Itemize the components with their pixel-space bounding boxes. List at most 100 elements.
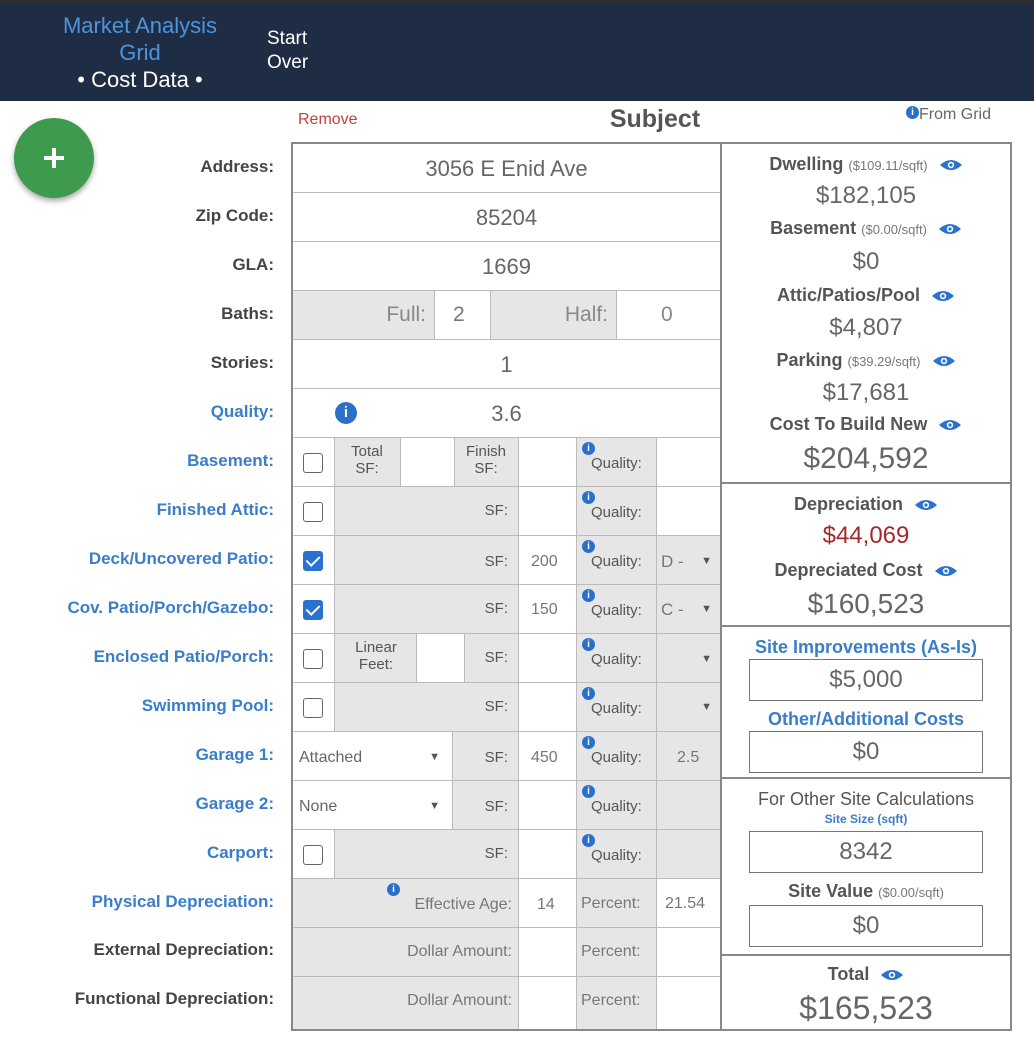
garage-1-type-select[interactable]: Attached ▼ — [293, 732, 453, 780]
info-icon[interactable]: i — [906, 106, 919, 119]
finished-attic-checkbox[interactable] — [303, 502, 323, 522]
eye-icon[interactable] — [932, 354, 956, 368]
info-icon[interactable]: i — [582, 736, 595, 749]
info-icon[interactable]: i — [582, 491, 595, 504]
effective-age-field[interactable]: 14 — [519, 879, 577, 927]
label-cov-patio[interactable]: Cov. Patio/Porch/Gazebo: — [67, 598, 274, 618]
functional-dollar-field[interactable] — [519, 977, 577, 1029]
info-icon[interactable]: i — [582, 834, 595, 847]
info-icon[interactable]: i — [582, 687, 595, 700]
cov-patio-checkbox[interactable] — [303, 600, 323, 620]
enclosed-patio-checkbox[interactable] — [303, 649, 323, 669]
label-finished-attic[interactable]: Finished Attic: — [157, 500, 274, 520]
eye-icon[interactable] — [880, 968, 904, 982]
attic-sf-field[interactable] — [519, 487, 577, 535]
deck-row: SF: 200 i Quality: D - ▼ — [293, 536, 720, 585]
pool-row: SF: i Quality: ▼ — [293, 683, 720, 732]
external-percent-field[interactable] — [657, 928, 720, 976]
label-carport[interactable]: Carport: — [207, 843, 274, 863]
garage-1-quality-field[interactable]: 2.5 — [657, 732, 720, 780]
info-icon[interactable]: i — [582, 442, 595, 455]
quality-label-cell: i Quality: — [577, 732, 657, 780]
label-garage-2[interactable]: Garage 2: — [196, 794, 274, 814]
dollar-amount-label: Dollar Amount: — [407, 992, 512, 1009]
start-over-button[interactable]: Start Over — [267, 27, 337, 75]
site-improvements-section: Site Improvements (As-Is) $5,000 Other/A… — [722, 627, 1010, 779]
info-icon[interactable]: i — [582, 785, 595, 798]
info-icon[interactable]: i — [582, 638, 595, 651]
other-costs-field[interactable]: $0 — [749, 731, 983, 773]
label-garage-1[interactable]: Garage 1: — [196, 745, 274, 765]
info-icon[interactable]: i — [582, 589, 595, 602]
label-quality[interactable]: Quality: — [211, 402, 274, 422]
parking-title: Parking ($39.29/sqft) — [722, 350, 1010, 371]
garage-2-quality-field[interactable] — [657, 781, 720, 829]
info-icon[interactable]: i — [387, 883, 400, 896]
top-border — [0, 0, 1034, 3]
external-dollar-field[interactable] — [519, 928, 577, 976]
quality-field[interactable]: 3.6 — [293, 389, 720, 438]
add-button[interactable] — [14, 118, 94, 198]
carport-quality-field[interactable] — [657, 830, 720, 878]
eye-icon[interactable] — [938, 418, 962, 432]
site-size-title: Site Size (sqft) — [824, 812, 908, 826]
parking-value: $17,681 — [822, 379, 910, 406]
garage-1-sf-field[interactable]: 450 — [519, 732, 577, 780]
pool-quality-select[interactable]: ▼ — [657, 683, 720, 731]
cov-patio-quality-select[interactable]: C - ▼ — [657, 585, 720, 633]
garage-1-quality-value: 2.5 — [677, 749, 700, 766]
label-gla: GLA: — [232, 255, 274, 274]
cost-summary-panel: Dwelling ($109.11/sqft) $182,105 Basemen… — [722, 142, 1012, 1031]
enclosed-quality-select[interactable]: ▼ — [657, 634, 720, 682]
pool-sf-field[interactable] — [519, 683, 577, 731]
depreciated-cost-value: $160,523 — [807, 588, 925, 619]
enclosed-linear-feet-field[interactable] — [417, 634, 465, 682]
quality-label: Quality: — [591, 504, 642, 521]
address-field[interactable]: 3056 E Enid Ave — [293, 144, 720, 193]
label-basement[interactable]: Basement: — [187, 451, 274, 471]
cost-data-tab[interactable]: • Cost Data • — [40, 66, 240, 94]
carport-sf-field[interactable] — [519, 830, 577, 878]
site-improvements-field[interactable]: $5,000 — [749, 659, 983, 701]
label-enclosed-patio[interactable]: Enclosed Patio/Porch: — [94, 647, 274, 667]
percent-label-cell: Percent: — [577, 879, 657, 927]
label-swimming-pool[interactable]: Swimming Pool: — [142, 696, 274, 716]
stories-field[interactable]: 1 — [293, 340, 720, 389]
garage-2-type-select[interactable]: None ▼ — [293, 781, 453, 829]
basement-quality-field[interactable] — [657, 438, 720, 486]
half-baths-field[interactable]: 0 — [617, 291, 720, 339]
full-baths-field[interactable]: 2 — [435, 291, 491, 339]
dwelling-title: Dwelling ($109.11/sqft) — [722, 154, 1010, 175]
cost-new-value: $204,592 — [803, 442, 929, 475]
info-icon[interactable]: i — [582, 540, 595, 553]
deck-quality-select[interactable]: D - ▼ — [657, 536, 720, 584]
quality-row: i 3.6 — [293, 389, 720, 438]
carport-checkbox[interactable] — [303, 845, 323, 865]
basement-checkbox[interactable] — [303, 453, 323, 473]
enclosed-sf-field[interactable] — [519, 634, 577, 682]
label-deck[interactable]: Deck/Uncovered Patio: — [89, 549, 274, 569]
eye-icon[interactable] — [914, 498, 938, 512]
basement-finish-sf-field[interactable] — [519, 438, 577, 486]
swimming-pool-checkbox[interactable] — [303, 698, 323, 718]
eye-icon[interactable] — [931, 289, 955, 303]
eye-icon[interactable] — [939, 158, 963, 172]
functional-percent-field[interactable] — [657, 977, 720, 1029]
attic-quality-field[interactable] — [657, 487, 720, 535]
site-value-field[interactable]: $0 — [749, 905, 983, 947]
physical-percent-field[interactable]: 21.54 — [657, 879, 720, 927]
basement-total-sf-field[interactable] — [401, 438, 455, 486]
cov-patio-sf-field[interactable]: 150 — [519, 585, 577, 633]
garage-2-sf-field[interactable] — [519, 781, 577, 829]
zip-field[interactable]: 85204 — [293, 193, 720, 242]
eye-icon[interactable] — [934, 564, 958, 578]
gla-field[interactable]: 1669 — [293, 242, 720, 291]
deck-sf-field[interactable]: 200 — [519, 536, 577, 584]
eye-icon[interactable] — [938, 222, 962, 236]
label-physical-depreciation[interactable]: Physical Depreciation: — [92, 892, 274, 912]
remove-link[interactable]: Remove — [298, 111, 358, 129]
site-size-field[interactable]: 8342 — [749, 831, 983, 873]
market-analysis-grid-link[interactable]: Market Analysis Grid — [40, 12, 240, 66]
deck-checkbox[interactable] — [303, 551, 323, 571]
baths-row: Full: 2 Half: 0 — [293, 291, 720, 340]
